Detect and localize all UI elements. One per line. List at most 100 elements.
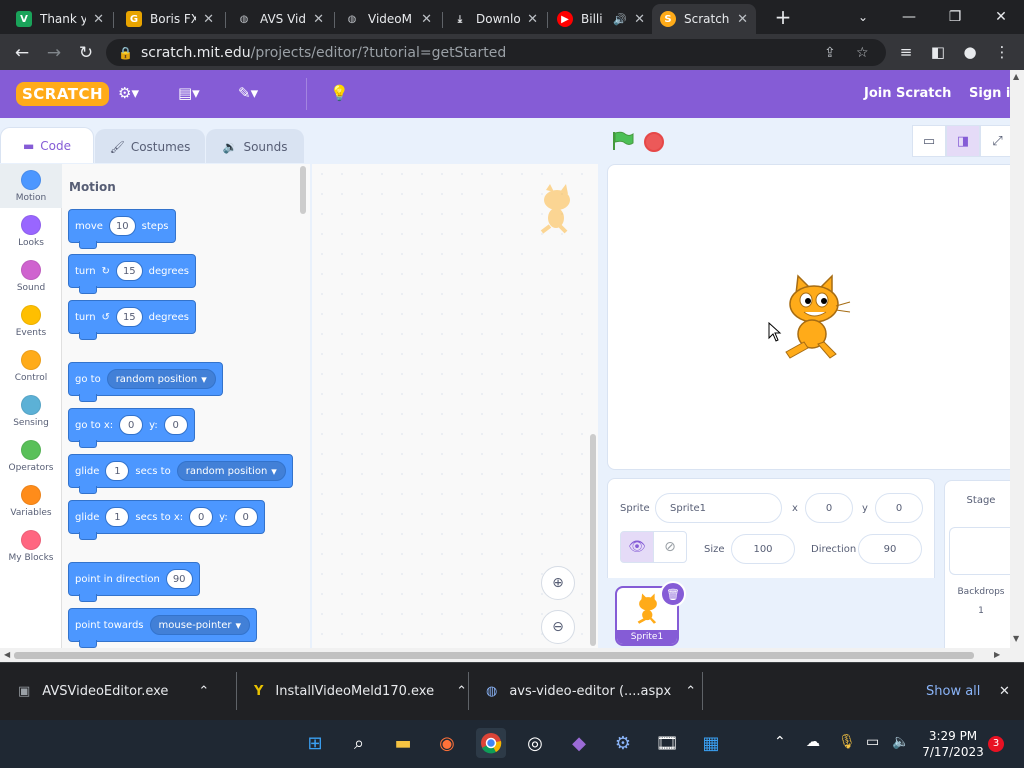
y-input[interactable]: 0 [233,507,258,527]
browser-tab[interactable]: ⤓ Downlo ✕ [444,4,546,34]
profile-icon[interactable]: ● [958,40,982,64]
browser-tab[interactable]: ▶ Billi 🔊 ✕ [549,4,653,34]
browser-tab[interactable]: ◍ VideoM ✕ [336,4,440,34]
block-point-in-direction[interactable]: point in direction 90 [68,562,200,602]
new-tab-button[interactable]: + [760,0,806,34]
glide-target-dropdown[interactable]: random position ▾ [176,461,286,481]
obs-icon[interactable]: ◎ [520,728,550,758]
network-off-icon[interactable]: ☁ [806,734,820,750]
block-turn-right[interactable]: turn ↻ 15 degrees [68,254,196,294]
category-sound[interactable]: Sound [0,254,62,298]
show-sprite-button[interactable]: 👁 [620,531,654,563]
close-tab-icon[interactable]: ✕ [313,12,324,27]
browser-tab[interactable]: G Boris FX ✕ [118,4,222,34]
secs-input[interactable]: 1 [105,461,130,481]
hide-sprite-button[interactable]: ⊘ [653,531,687,563]
degrees-input[interactable]: 15 [115,307,143,327]
category-events[interactable]: Events [0,299,62,343]
restore-button[interactable]: ❐ [932,0,978,34]
media-app-icon[interactable]: ▦ [696,728,726,758]
browser-menu-icon[interactable]: ⋮ [990,40,1014,64]
page-vertical-scrollbar[interactable] [1010,70,1024,648]
tab-search-icon[interactable]: ⌄ [840,0,886,34]
block-glide-to[interactable]: glide 1 secs to random position ▾ [68,454,293,494]
download-item[interactable]: ▣ AVSVideoEditor.exe ⌃ [18,676,209,706]
steps-input[interactable]: 10 [108,216,136,236]
degrees-input[interactable]: 15 [115,261,143,281]
sprite-y-input[interactable]: 0 [875,493,923,523]
address-bar[interactable]: 🔒 scratch.mit.edu/projects/editor/?tutor… [106,39,886,66]
secs-input[interactable]: 1 [105,507,130,527]
block-point-towards[interactable]: point towards mouse-pointer ▾ [68,608,257,648]
x-input[interactable]: 0 [189,507,214,527]
tab-code[interactable]: ▬ Code [0,127,94,163]
browser-tab-active[interactable]: S Scratch ✕ [652,4,756,34]
category-motion[interactable]: Motion [0,164,62,208]
sprite-size-input[interactable]: 100 [731,534,795,564]
close-tab-icon[interactable]: ✕ [527,12,538,27]
browser-tab[interactable]: ◍ AVS Vid ✕ [228,4,332,34]
category-my-blocks[interactable]: My Blocks [0,524,62,568]
category-operators[interactable]: Operators [0,434,62,478]
join-scratch-link[interactable]: Join Scratch [864,86,951,101]
visual-studio-icon[interactable]: ◆ [564,728,594,758]
scroll-right-icon[interactable]: ▶ [994,650,1000,659]
fullscreen-button[interactable]: ⤢ [980,125,1014,157]
goto-target-dropdown[interactable]: random position ▾ [106,369,216,389]
scroll-left-icon[interactable]: ◀ [4,650,10,659]
sprite-x-input[interactable]: 0 [805,493,853,523]
chevron-up-icon[interactable]: ⌃ [456,684,467,699]
chrome-icon[interactable] [476,728,506,758]
notification-badge[interactable]: 3 [988,736,1004,752]
green-flag-icon[interactable] [612,131,634,151]
back-button[interactable]: ← [9,40,35,66]
block-move-steps[interactable]: move 10 steps [68,209,176,249]
chevron-up-icon[interactable]: ⌃ [198,684,209,699]
zoom-out-button[interactable]: ⊖ [541,610,575,644]
scroll-down-icon[interactable]: ▼ [1013,634,1019,643]
forward-button[interactable]: → [41,40,67,66]
palette-scrollbar[interactable] [300,166,306,214]
display-icon[interactable]: ▭ [866,734,879,750]
speaker-icon[interactable]: 🔊 [613,13,627,26]
file-explorer-icon[interactable]: ▬ [388,728,418,758]
towards-target-dropdown[interactable]: mouse-pointer ▾ [149,615,250,635]
close-downloads-bar-icon[interactable]: ✕ [999,676,1010,706]
stop-button[interactable] [644,132,664,152]
volume-icon[interactable]: 🔈 [892,734,909,750]
zoom-in-button[interactable]: ⊕ [541,566,575,600]
minimize-button[interactable]: — [886,0,932,34]
tutorials-lightbulb-icon[interactable]: 💡 [330,84,349,102]
small-stage-button[interactable]: ▭ [912,125,946,157]
close-tab-icon[interactable]: ✕ [93,12,104,27]
download-item[interactable]: Y InstallVideoMeld170.exe ⌃ [254,676,467,706]
block-glide-to-xy[interactable]: glide 1 secs to x: 0 y: 0 [68,500,265,540]
bookmark-star-icon[interactable]: ☆ [856,45,869,61]
x-input[interactable]: 0 [119,415,144,435]
category-variables[interactable]: Variables [0,479,62,523]
settings-gear-icon[interactable]: ⚙▾ [118,84,139,102]
file-menu-icon[interactable]: ▤▾ [178,84,200,102]
tab-sounds[interactable]: 🔉 Sounds [206,129,304,163]
side-panel-icon[interactable]: ◧ [926,40,950,64]
block-go-to-xy[interactable]: go to x: 0 y: 0 [68,408,195,448]
scratch-logo[interactable]: SCRATCH [16,82,110,106]
sprite-name-input[interactable]: Sprite1 [655,493,782,523]
firefox-icon[interactable]: ◉ [432,728,462,758]
close-tab-icon[interactable]: ✕ [634,12,645,27]
normal-stage-button[interactable]: ◨ [946,125,980,157]
tab-costumes[interactable]: 🖌 Costumes [95,129,205,163]
cat-sprite[interactable] [774,272,854,364]
search-icon[interactable]: ⌕ [344,728,374,758]
reload-button[interactable]: ↻ [73,40,99,66]
media-control-icon[interactable]: ≡ [894,40,918,64]
settings-app-icon[interactable]: ⚙ [608,728,638,758]
horizontal-scroll-thumb[interactable] [14,652,974,659]
close-tab-icon[interactable]: ✕ [737,12,748,27]
tray-overflow-icon[interactable]: ⌃ [774,734,786,750]
category-looks[interactable]: Looks [0,209,62,253]
taskbar-clock[interactable]: 3:29 PM 7/17/2023 [918,728,988,760]
category-sensing[interactable]: Sensing [0,389,62,433]
block-go-to[interactable]: go to random position ▾ [68,362,223,402]
close-tab-icon[interactable]: ✕ [421,12,432,27]
